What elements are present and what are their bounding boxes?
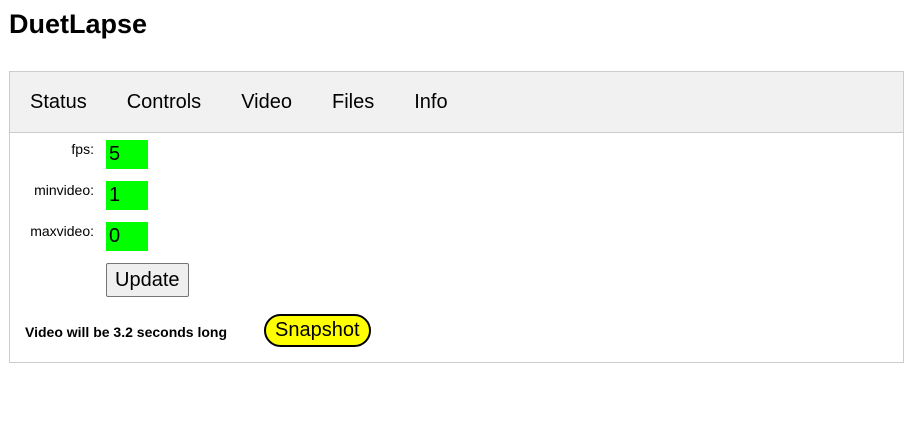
update-button[interactable]: Update	[106, 263, 189, 297]
snapshot-button[interactable]: Snapshot	[264, 314, 371, 347]
tab-bar: Status Controls Video Files Info	[10, 72, 903, 133]
tab-status[interactable]: Status	[10, 90, 107, 114]
fps-label: fps:	[71, 141, 94, 157]
maxvideo-input[interactable]	[106, 222, 148, 251]
tab-controls[interactable]: Controls	[107, 90, 221, 114]
maxvideo-label: maxvideo:	[30, 223, 94, 239]
app-title: DuetLapse	[9, 9, 148, 39]
tab-panel: Status Controls Video Files Info fps: mi…	[9, 71, 904, 363]
video-length-text: Video will be 3.2 seconds long	[25, 324, 228, 340]
minvideo-row: minvideo:	[10, 181, 310, 210]
fps-row: fps:	[10, 140, 310, 169]
maxvideo-row: maxvideo:	[10, 222, 310, 251]
minvideo-input[interactable]	[106, 181, 148, 210]
minvideo-label: minvideo:	[34, 182, 94, 198]
tab-files[interactable]: Files	[312, 90, 394, 114]
tab-info[interactable]: Info	[394, 90, 467, 114]
fps-input[interactable]	[106, 140, 148, 169]
tab-video[interactable]: Video	[221, 90, 312, 114]
